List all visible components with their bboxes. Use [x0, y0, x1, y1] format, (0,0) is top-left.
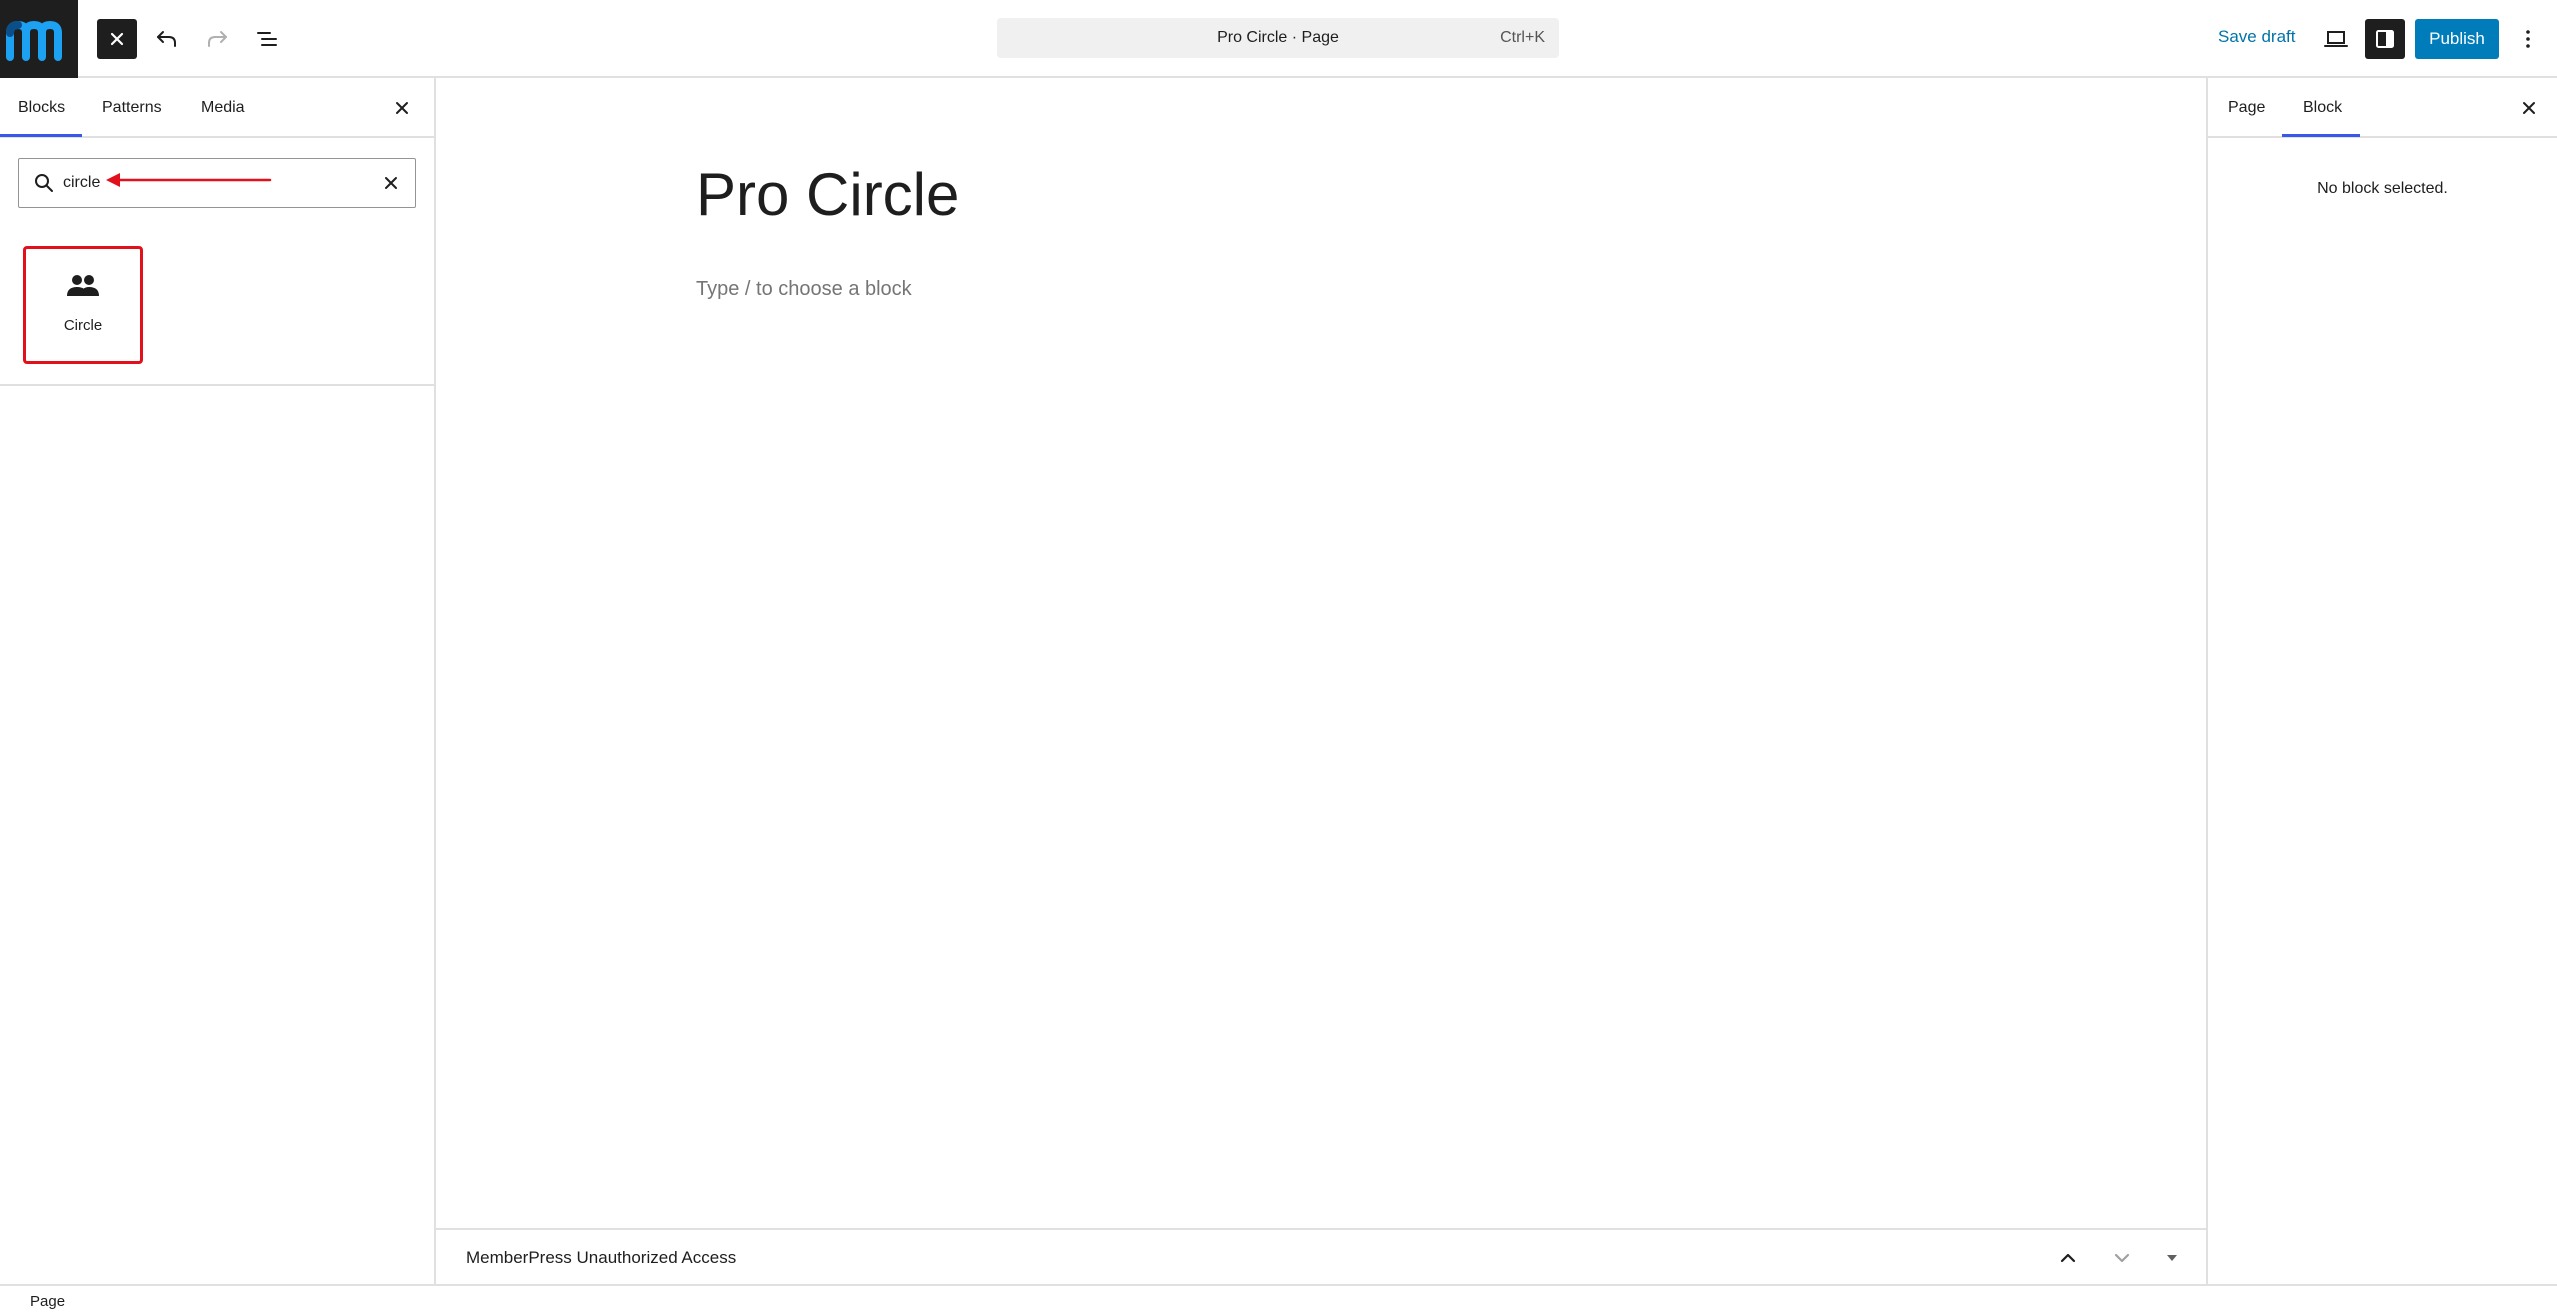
metabox-title[interactable]: MemberPress Unauthorized Access	[466, 1248, 736, 1268]
close-icon	[2523, 102, 2535, 114]
document-overview-button[interactable]	[247, 19, 287, 59]
people-icon	[67, 275, 99, 296]
tab-page[interactable]: Page	[2228, 99, 2265, 117]
tab-blocks[interactable]: Blocks	[18, 99, 65, 117]
save-draft-button[interactable]: Save draft	[2218, 27, 2296, 47]
block-appender-placeholder[interactable]: Type / to choose a block	[696, 278, 912, 301]
clear-search-icon[interactable]	[381, 173, 401, 193]
active-tab-indicator	[2282, 134, 2360, 137]
publish-button[interactable]: Publish	[2415, 19, 2499, 59]
close-icon	[396, 102, 408, 114]
move-up-button[interactable]	[2056, 1246, 2080, 1270]
active-tab-indicator	[0, 134, 82, 137]
shortcut-hint: Ctrl+K	[1500, 29, 1545, 46]
settings-sidebar: Page Block No block selected.	[2206, 78, 2557, 1284]
close-settings-button[interactable]	[2517, 96, 2541, 120]
search-value: circle	[63, 174, 101, 191]
memberpress-logo-icon	[6, 20, 62, 61]
site-logo-button[interactable]	[0, 0, 78, 78]
more-vertical-icon	[2526, 30, 2530, 48]
chevron-down-icon	[2114, 1253, 2130, 1263]
options-menu-button[interactable]	[2508, 19, 2548, 59]
redo-button[interactable]	[197, 19, 237, 59]
undo-icon	[157, 31, 176, 47]
list-view-icon	[257, 32, 277, 46]
close-inserter-button[interactable]	[97, 19, 137, 59]
annotation-arrow-icon	[106, 173, 272, 187]
block-inserter-panel: Blocks Patterns Media circle Circle	[0, 78, 436, 1284]
breadcrumb-page[interactable]: Page	[30, 1293, 65, 1310]
metabox-panel: MemberPress Unauthorized Access	[436, 1228, 2206, 1284]
close-icon	[110, 32, 124, 46]
editor-canvas[interactable]: Pro Circle Type / to choose a block	[436, 78, 2206, 1228]
close-panel-button[interactable]	[390, 96, 414, 120]
redo-icon	[208, 31, 227, 47]
tab-patterns[interactable]: Patterns	[102, 99, 162, 117]
sidebar-toggle-icon	[2376, 30, 2394, 48]
block-result-circle[interactable]: Circle	[23, 246, 143, 364]
chevron-up-icon	[2060, 1253, 2076, 1263]
settings-tabs: Page Block	[2208, 78, 2557, 138]
editor-header: Pro Circle · Page Ctrl+K Save draft Publ…	[0, 0, 2557, 78]
no-block-selected-message: No block selected.	[2317, 180, 2448, 197]
tab-block[interactable]: Block	[2303, 99, 2342, 117]
search-icon	[35, 174, 53, 192]
tab-media[interactable]: Media	[201, 99, 245, 117]
preview-button[interactable]	[2316, 19, 2356, 59]
post-title[interactable]: Pro Circle	[696, 160, 959, 229]
editor-footer: Page	[0, 1284, 2557, 1316]
caret-down-icon	[2167, 1255, 2177, 1261]
document-title: Pro Circle · Page	[1217, 29, 1339, 46]
move-down-button[interactable]	[2110, 1246, 2134, 1270]
desktop-preview-icon	[2324, 31, 2348, 47]
block-result-label: Circle	[63, 317, 103, 334]
command-palette-button[interactable]: Pro Circle · Page Ctrl+K	[997, 18, 1559, 58]
undo-button[interactable]	[147, 19, 187, 59]
toggle-panel-button[interactable]	[2160, 1246, 2184, 1270]
settings-toggle-button[interactable]	[2365, 19, 2405, 59]
results-divider	[0, 384, 434, 386]
inserter-tabs: Blocks Patterns Media	[0, 78, 434, 138]
